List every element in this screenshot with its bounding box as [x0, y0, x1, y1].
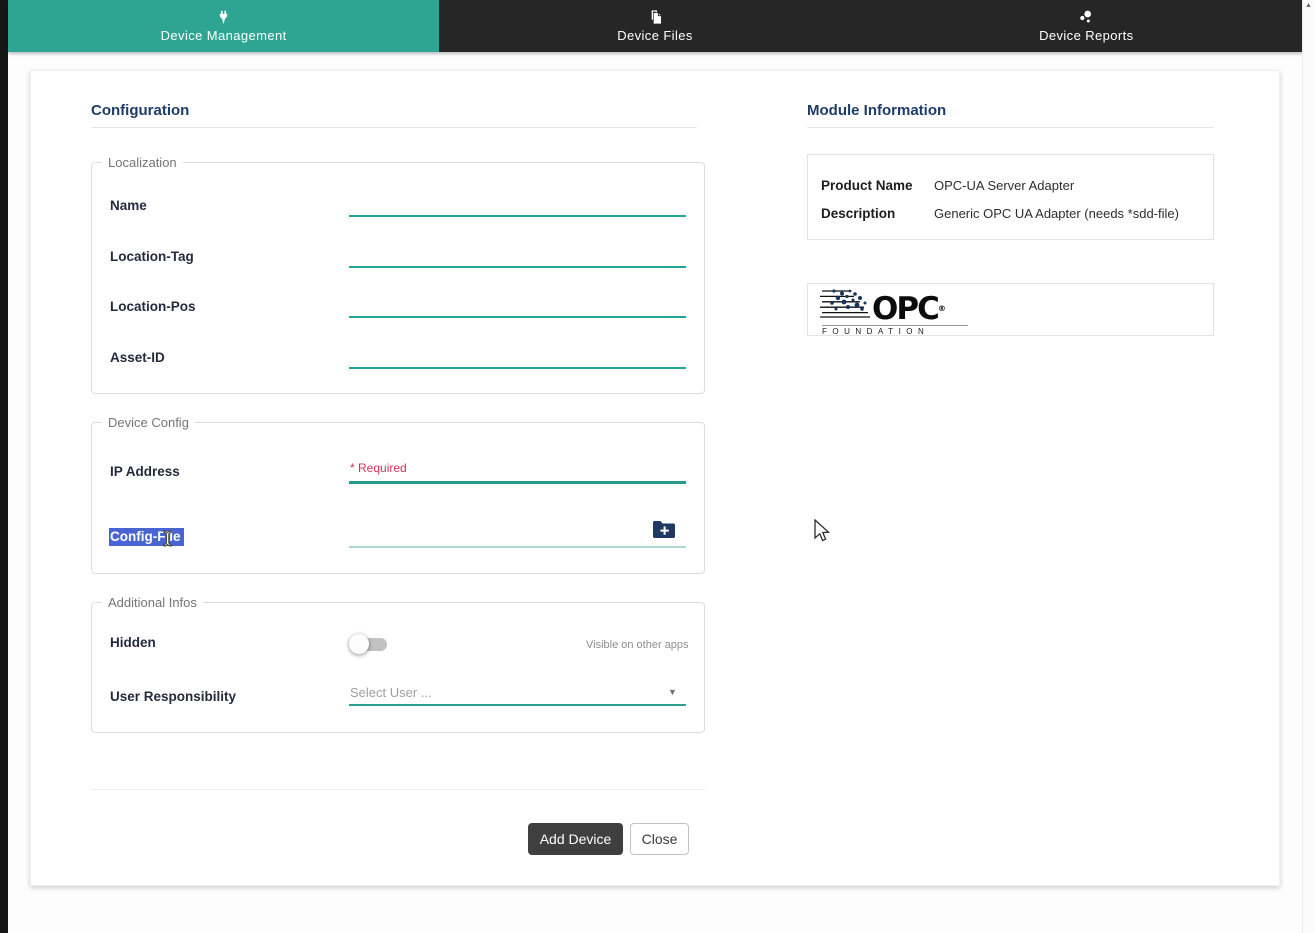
opc-logo-text: OPC®: [872, 295, 944, 323]
files-icon: [647, 9, 663, 25]
description-label: Description: [821, 206, 895, 221]
tab-label: Device Reports: [1039, 28, 1133, 43]
scrollbar[interactable]: ▲: [1302, 0, 1315, 933]
opc-foundation-logo: OPC® FOUNDATION: [820, 288, 970, 332]
location-pos-input[interactable]: [349, 316, 686, 318]
name-label: Name: [110, 198, 147, 213]
user-select-placeholder[interactable]: Select User ...: [350, 685, 432, 700]
module-divider: [807, 127, 1214, 128]
tab-device-management[interactable]: Device Management: [8, 0, 439, 52]
name-input[interactable]: [349, 215, 686, 217]
plug-icon: [216, 9, 231, 25]
tab-device-reports[interactable]: Device Reports: [871, 0, 1302, 52]
reports-icon: [1078, 9, 1094, 25]
product-name-label: Product Name: [821, 178, 913, 193]
device-management-app: Device Management Device Files Device: [0, 0, 1315, 933]
opc-logo-subtext: FOUNDATION: [822, 325, 968, 336]
location-pos-label: Location-Pos: [110, 299, 196, 314]
close-button[interactable]: Close: [630, 823, 689, 855]
ip-address-label: IP Address: [110, 464, 180, 479]
ip-address-input[interactable]: [349, 481, 686, 484]
opc-logo-dots: [820, 288, 872, 323]
device-config-legend: Device Config: [102, 415, 195, 430]
asset-id-label: Asset-ID: [110, 350, 165, 365]
localization-fieldset: Localization: [91, 155, 705, 394]
user-select-input[interactable]: [349, 704, 686, 706]
location-tag-label: Location-Tag: [110, 249, 194, 264]
hidden-label: Hidden: [110, 635, 156, 650]
config-file-input[interactable]: [349, 546, 686, 548]
config-file-label: Config-File: [109, 528, 184, 546]
module-information-title: Module Information: [807, 102, 946, 119]
registered-mark: ®: [938, 304, 944, 313]
hidden-hint: Visible on other apps: [586, 639, 689, 651]
hidden-toggle[interactable]: [349, 634, 389, 654]
module-info-box: [807, 154, 1214, 240]
chevron-down-icon[interactable]: ▼: [668, 687, 677, 697]
user-responsibility-label: User Responsibility: [110, 689, 236, 704]
additional-infos-legend: Additional Infos: [102, 595, 203, 610]
additional-infos-fieldset: Additional Infos: [91, 595, 705, 733]
configuration-title: Configuration: [91, 102, 189, 119]
ip-required-hint: * Required: [350, 461, 407, 475]
tab-device-files[interactable]: Device Files: [439, 0, 870, 52]
asset-id-input[interactable]: [349, 367, 686, 369]
location-tag-input[interactable]: [349, 266, 686, 268]
tab-bar: Device Management Device Files Device: [8, 0, 1302, 52]
tab-label: Device Files: [617, 28, 693, 43]
left-edge-strip: [0, 0, 8, 933]
configuration-divider: [91, 127, 697, 128]
footer-divider: [91, 789, 705, 790]
device-config-fieldset: Device Config: [91, 415, 705, 574]
add-device-button[interactable]: Add Device: [528, 823, 623, 855]
localization-legend: Localization: [102, 155, 183, 170]
tab-label: Device Management: [161, 28, 287, 43]
description-value: Generic OPC UA Adapter (needs *sdd-file): [934, 206, 1179, 221]
product-name-value: OPC-UA Server Adapter: [934, 178, 1074, 193]
toggle-knob: [349, 634, 369, 654]
scrollbar-up-icon[interactable]: ▲: [1305, 2, 1312, 9]
folder-plus-icon[interactable]: [652, 519, 676, 539]
